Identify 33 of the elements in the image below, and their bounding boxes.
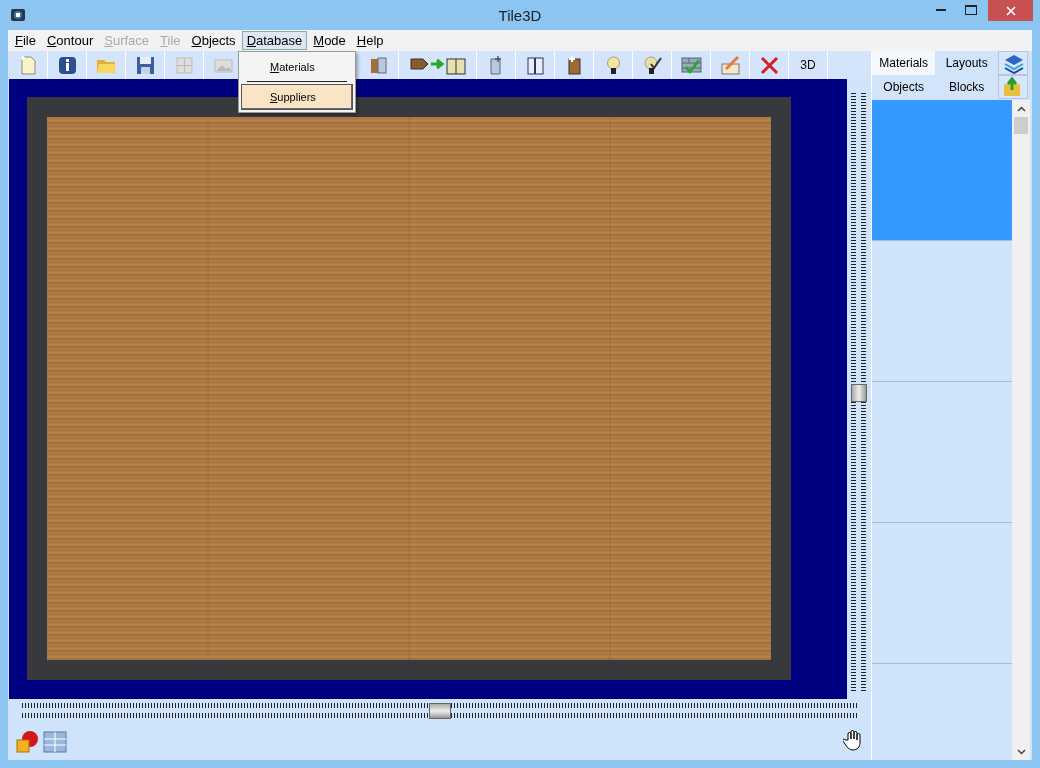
menu-option[interactable]: Materials	[241, 54, 353, 80]
minimize-icon	[936, 9, 946, 11]
scrollbar[interactable]	[1012, 100, 1031, 760]
menu-option[interactable]: Suppliers	[241, 84, 353, 110]
delete-icon	[758, 54, 780, 76]
slider-thumb[interactable]	[429, 703, 451, 719]
menu-item[interactable]: Database	[241, 31, 308, 50]
columns-page-icon	[524, 54, 546, 76]
scroll-up-icon	[1016, 105, 1026, 112]
grid-icon	[173, 54, 195, 76]
panel-tab[interactable]: Materials	[872, 51, 936, 75]
menu-item[interactable]: Contour	[41, 31, 99, 50]
scroll-down-icon	[1016, 748, 1026, 755]
menu-item[interactable]: Objects	[186, 31, 241, 50]
books-icon	[368, 54, 390, 76]
window-title: Tile3D	[498, 6, 542, 24]
close-icon	[1005, 5, 1016, 16]
scroll-thumb[interactable]	[1014, 117, 1029, 134]
info-icon	[56, 54, 78, 76]
menu-item[interactable]: File	[10, 31, 41, 50]
slider-thumb[interactable]	[851, 384, 867, 402]
layers-icon	[1002, 52, 1025, 74]
cube-sphere-icon	[14, 728, 40, 755]
maximize-icon	[965, 5, 977, 15]
panel-button[interactable]	[998, 75, 1029, 99]
panel-button[interactable]	[998, 51, 1029, 75]
pencil-sign-icon	[719, 54, 741, 76]
bulb-check-icon	[641, 54, 663, 76]
menu-item[interactable]: Help	[351, 31, 389, 50]
menu-item[interactable]: Mode	[308, 31, 351, 50]
app-icon	[10, 7, 26, 23]
wall-check-icon	[680, 54, 702, 76]
tiles-icon	[42, 728, 68, 755]
